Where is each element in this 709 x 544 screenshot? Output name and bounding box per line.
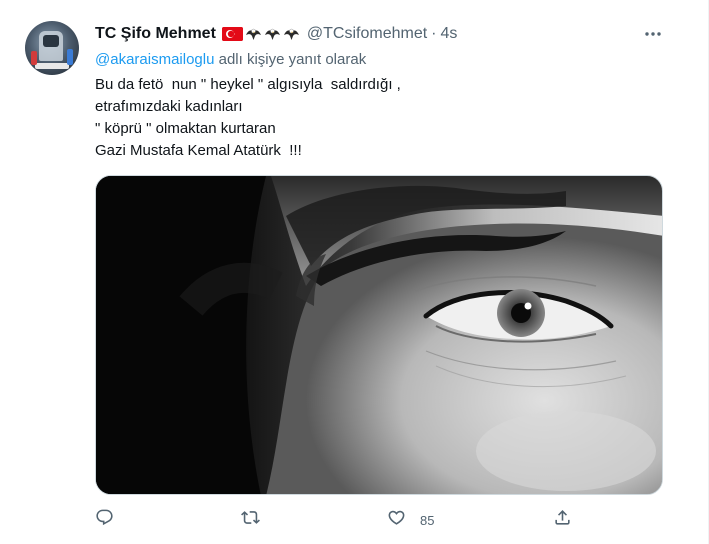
tweet-text-line: etrafımızdaki kadınları — [95, 98, 243, 115]
tweet-image[interactable] — [95, 175, 663, 495]
share-button[interactable] — [553, 508, 586, 532]
more-horizontal-icon[interactable] — [641, 24, 665, 44]
tweet-text-line: " köprü " olmaktan kurtaran — [95, 120, 276, 137]
tweet-text-line: Bu da fetö nun " heykel " algısıyla sald… — [95, 76, 401, 93]
tweet-container: TC Şifo Mehmet @TCsifomehmet · 4s @akara… — [0, 0, 709, 544]
eagle-emoji-icon — [245, 26, 262, 43]
separator-dot: · — [431, 25, 437, 42]
reply-mention-link[interactable]: @akaraismailoglu — [95, 51, 214, 68]
share-icon — [553, 508, 572, 532]
author-name[interactable]: TC Şifo Mehmet — [95, 25, 216, 43]
reply-icon — [95, 508, 114, 532]
author-handle[interactable]: @TCsifomehmet — [307, 25, 427, 43]
avatar-shape — [31, 51, 37, 65]
avatar-shape — [35, 63, 69, 69]
tweet-text-line: Gazi Mustafa Kemal Atatürk !!! — [95, 142, 302, 159]
eagle-emoji-icon — [264, 26, 281, 43]
retweet-icon — [241, 508, 260, 532]
turkey-flag-icon — [221, 27, 243, 41]
eagle-emoji-icon — [283, 26, 300, 43]
reply-context: @akaraismailoglu adlı kişiye yanıt olara… — [95, 51, 366, 68]
avatar-shape — [43, 35, 59, 47]
reply-button[interactable] — [95, 508, 128, 532]
retweet-button[interactable] — [241, 508, 274, 532]
like-count: 85 — [420, 512, 435, 528]
tweet-header: TC Şifo Mehmet @TCsifomehmet · 4s — [95, 23, 457, 45]
like-button[interactable]: 85 — [387, 508, 434, 532]
tweet-time[interactable]: 4s — [440, 25, 457, 43]
avatar[interactable] — [25, 21, 79, 75]
reply-suffix: adlı kişiye yanıt olarak — [214, 51, 367, 68]
avatar-shape — [67, 49, 73, 65]
tweet-actions: 85 — [95, 508, 575, 532]
tweet-text: Bu da fetö nun " heykel " algısıyla sald… — [95, 74, 655, 162]
heart-icon — [387, 508, 406, 532]
